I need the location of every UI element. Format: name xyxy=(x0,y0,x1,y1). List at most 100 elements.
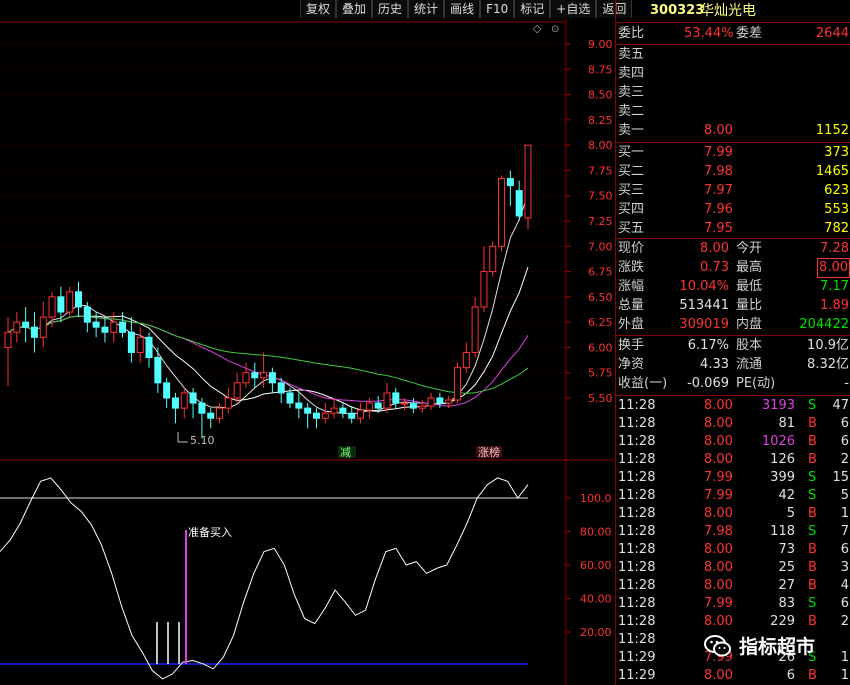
tick-volume: 399 xyxy=(770,470,795,485)
toolbar-button-0[interactable]: 复权 xyxy=(300,0,337,18)
tick-side: B xyxy=(808,614,817,629)
bid-row: 买一 7.99 373 xyxy=(616,144,850,162)
tick-price: 8.00 xyxy=(704,398,733,413)
tick-time: 11:28 xyxy=(618,416,656,431)
bid-volume: 373 xyxy=(824,145,849,160)
signal-label: 准备买入 xyxy=(188,525,232,539)
toolbar-button-2[interactable]: 历史 xyxy=(372,0,409,18)
tick-count: 6 xyxy=(840,434,849,449)
bid-row: 买三 7.97 623 xyxy=(616,182,850,200)
fund-row: 净资 4.33 流通 8.32亿 xyxy=(616,356,850,374)
tick-row: 11:28 8.00 5 B 1 xyxy=(616,505,850,523)
toolbar-button-6[interactable]: 标记 xyxy=(514,0,551,18)
candle-body xyxy=(163,382,171,399)
bid-label: 买一 xyxy=(618,145,645,160)
candle-body xyxy=(13,321,21,333)
tick-count: 5 xyxy=(840,488,849,503)
circle-dot-icon[interactable]: ⊙ xyxy=(551,24,559,35)
quote-value: 7.28 xyxy=(820,241,849,256)
candle-body xyxy=(216,407,224,419)
tick-price: 8.00 xyxy=(704,434,733,449)
stock-header: 300323 华灿光电 xyxy=(616,2,850,20)
candle-body xyxy=(127,331,135,353)
tick-side: B xyxy=(808,542,817,557)
quote-row: 现价 8.00 今开 7.28 xyxy=(616,240,850,258)
candlesticks xyxy=(4,144,532,439)
candle-body xyxy=(242,372,250,384)
tick-count: 47 xyxy=(832,398,849,413)
candle-body xyxy=(224,397,232,409)
fund-value: 4.33 xyxy=(700,357,729,372)
toolbar-button-5[interactable]: F10 xyxy=(480,0,515,18)
candle-body xyxy=(489,245,497,273)
tick-time: 11:29 xyxy=(618,650,656,665)
candle-body xyxy=(251,372,259,379)
price-tick-label: 6.50 xyxy=(588,291,613,304)
price-tick-label: 7.25 xyxy=(588,215,613,228)
fund-label: 收益(一) xyxy=(618,376,668,391)
candle-body xyxy=(48,296,56,318)
tick-count: 15 xyxy=(832,470,849,485)
bid-label: 买二 xyxy=(618,164,645,179)
toolbar-button-3[interactable]: 统计 xyxy=(408,0,445,18)
quote-label: 涨幅 xyxy=(618,279,645,294)
ask-price: 8.00 xyxy=(704,123,733,138)
toolbar-button-4[interactable]: 画线 xyxy=(444,0,481,18)
tick-volume: 25 xyxy=(778,560,795,575)
fund-label: 流通 xyxy=(736,357,763,372)
osc-tick-label: 20.00 xyxy=(580,626,612,639)
candle-body xyxy=(145,336,153,359)
osc-tick-label: 40.00 xyxy=(580,593,612,606)
tick-volume: 83 xyxy=(778,596,795,611)
candle-body xyxy=(189,392,197,404)
diamond-icon[interactable]: ◇ xyxy=(533,22,542,35)
quote-value: 8.00 xyxy=(700,241,729,256)
candle-body xyxy=(198,402,206,414)
ma5-line xyxy=(7,194,529,415)
tick-row: 11:29 8.00 6 B 1 xyxy=(616,667,850,685)
kline-chart[interactable]: 9.00 8.75 8.50 8.25 8.00 7.75 7.50 7.25 7.00 6.75… xyxy=(0,0,614,685)
bid-volume: 1465 xyxy=(815,164,849,179)
candle-body xyxy=(365,402,373,411)
tick-price: 8.00 xyxy=(704,668,733,683)
tick-price: 8.00 xyxy=(704,452,733,467)
tick-side: B xyxy=(808,506,817,521)
candle-body xyxy=(436,397,444,404)
tick-side: B xyxy=(808,452,817,467)
candle-body xyxy=(295,402,303,409)
tick-count: 1 xyxy=(840,650,849,665)
quote-value: 309019 xyxy=(679,317,729,332)
tick-time: 11:28 xyxy=(618,614,656,629)
candle-body xyxy=(277,382,285,394)
price-tick-label: 7.50 xyxy=(588,190,613,203)
candle-body xyxy=(268,372,276,384)
bid-price: 7.97 xyxy=(704,183,733,198)
candle-body xyxy=(445,399,453,404)
stock-name: 华灿光电 xyxy=(700,3,756,19)
bid-row: 买四 7.96 553 xyxy=(616,201,850,219)
price-tick-label: 7.00 xyxy=(588,240,613,253)
toolbar-button-1[interactable]: 叠加 xyxy=(336,0,373,18)
price-tick-label: 8.25 xyxy=(588,114,613,127)
toolbar-button-7[interactable]: +自选 xyxy=(550,0,597,18)
candle-body xyxy=(119,321,127,333)
tick-side: B xyxy=(808,668,817,683)
candle-body xyxy=(462,351,470,369)
tick-price: 8.00 xyxy=(704,542,733,557)
bid-volume: 553 xyxy=(824,202,849,217)
quote-value: 8.00 xyxy=(817,258,850,278)
tick-time: 11:28 xyxy=(618,560,656,575)
tick-volume: 6 xyxy=(786,668,795,683)
fund-value: -0.069 xyxy=(687,376,729,391)
tick-row: 11:28 7.99 399 S 15 xyxy=(616,469,850,487)
fund-row: 收益(一) -0.069 PE(动) - xyxy=(616,375,850,393)
ask-label: 卖三 xyxy=(618,85,645,100)
candle-body xyxy=(207,412,215,419)
tick-side: S xyxy=(808,470,817,485)
quote-panel: 300323 华灿光电 委比 53.44% 委差 2644 卖五 卖四 卖三 卖二 卖一… xyxy=(615,0,850,685)
tick-side: B xyxy=(808,560,817,575)
tick-count: 2 xyxy=(840,452,849,467)
candle-body xyxy=(321,412,329,419)
tick-volume: 126 xyxy=(770,452,795,467)
bid-volume: 623 xyxy=(824,183,849,198)
